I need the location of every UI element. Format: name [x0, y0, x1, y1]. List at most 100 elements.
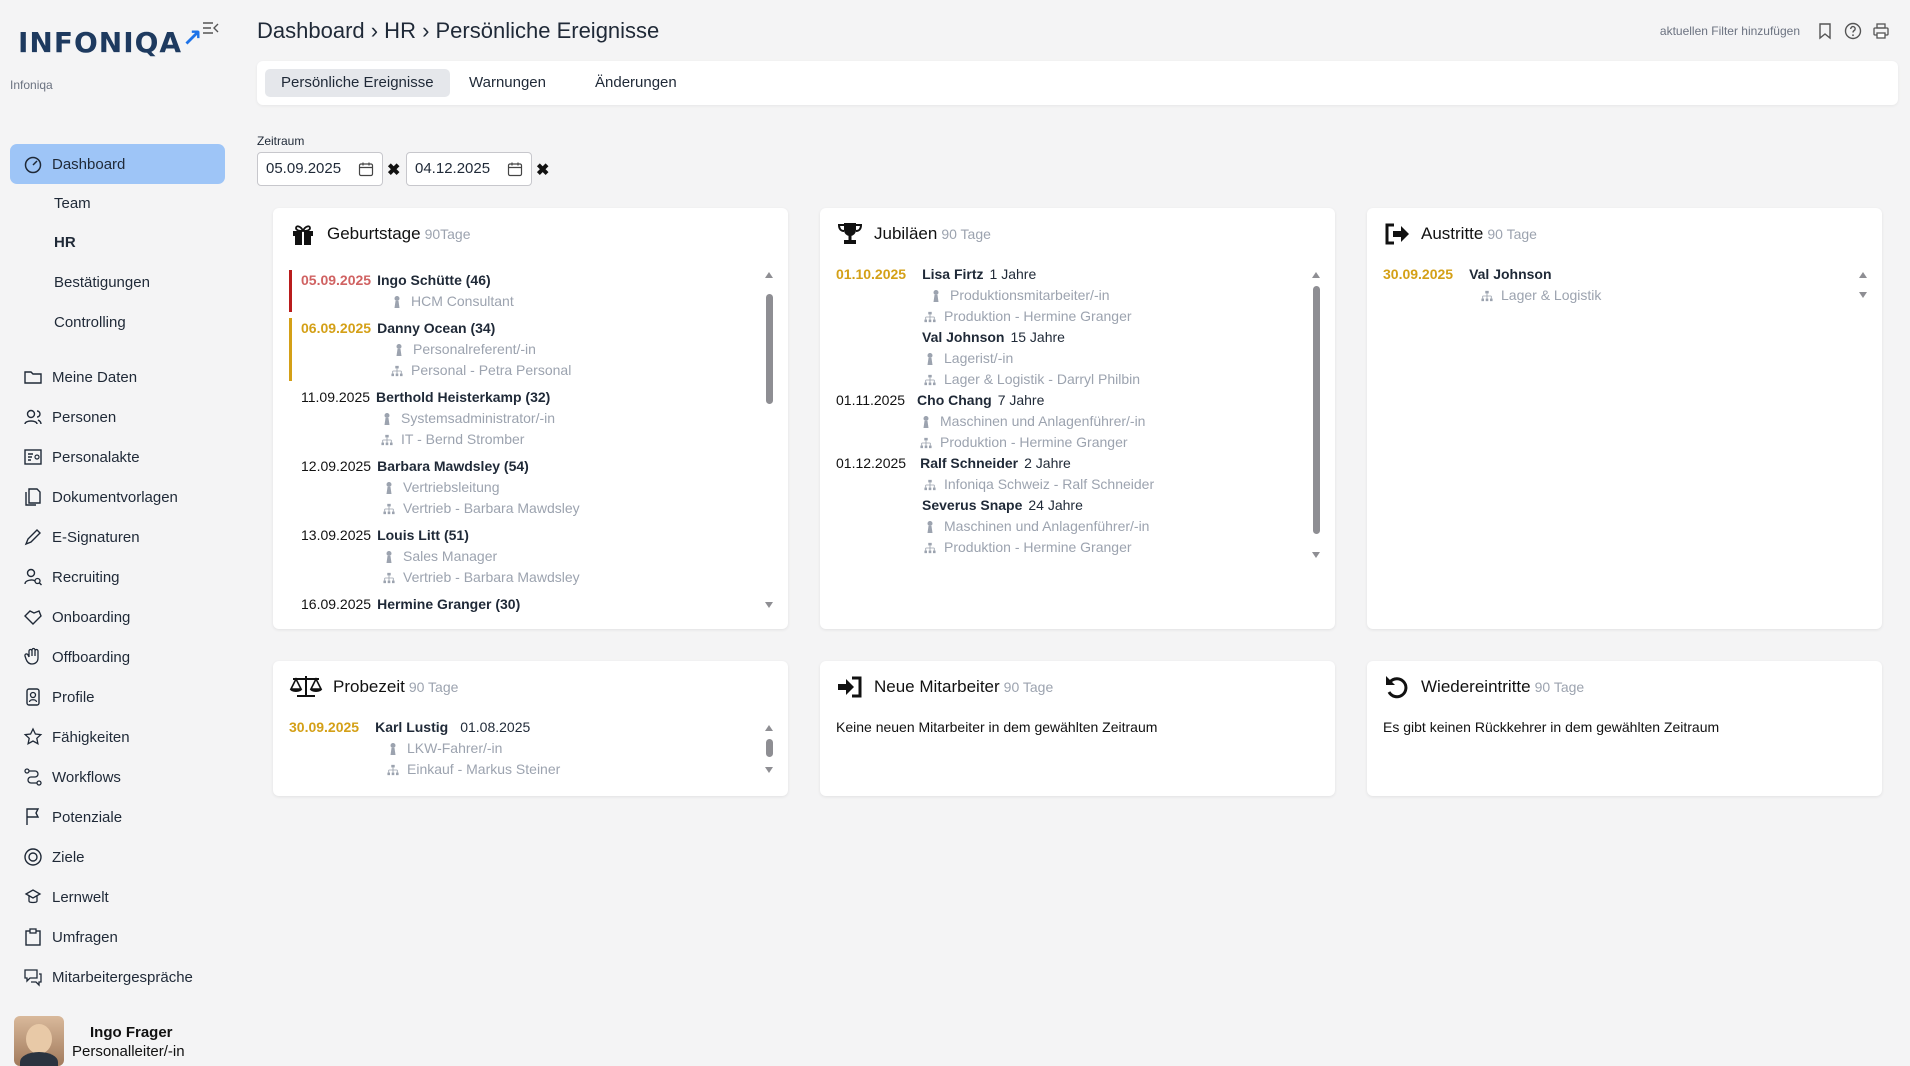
empty-message: Es gibt keinen Rückkehrer in dem gewählt…: [1383, 719, 1720, 735]
scrollbar-thumb[interactable]: [1313, 286, 1320, 534]
event-date: 06.09.2025: [301, 320, 372, 336]
person-name[interactable]: Val Johnson: [1469, 266, 1551, 282]
sidebar-sub-team[interactable]: Team: [54, 195, 91, 212]
list-item[interactable]: 16.09.2025 Hermine Granger (30): [289, 594, 754, 615]
file-user-icon: [22, 446, 44, 468]
scroll-down-icon[interactable]: [764, 765, 774, 775]
position-label: Maschinen und Anlagenführer/-in: [944, 518, 1150, 534]
birthdays-card: Geburtstage 90Tage 05.09.2025 Ingo Schütt…: [273, 208, 788, 629]
scrollbar-thumb[interactable]: [766, 739, 773, 757]
list-item[interactable]: 30.09.2025 Karl Lustig 01.08.2025 LKW-Fahr…: [289, 717, 758, 780]
sidebar-item-ziele[interactable]: Ziele: [10, 837, 225, 877]
collapse-sidebar-icon[interactable]: [202, 20, 220, 36]
list-item[interactable]: 12.09.2025 Barbara Mawdsley (54) Vertrieb…: [289, 456, 754, 519]
sidebar-item-label: Onboarding: [52, 608, 131, 626]
person-name[interactable]: Ralf Schneider: [920, 455, 1018, 471]
person-name[interactable]: Val Johnson: [922, 329, 1004, 345]
sidebar-item-potenziale[interactable]: Potenziale: [10, 797, 225, 837]
speedometer-icon: [22, 153, 44, 175]
tab-warnungen[interactable]: Warnungen: [453, 69, 562, 97]
list-item[interactable]: Val Johnson 15 Jahre Lagerist/-in Lager &…: [836, 327, 1305, 390]
calendar-icon[interactable]: [507, 161, 523, 177]
tab-aenderungen[interactable]: Änderungen: [579, 69, 693, 97]
scroll-down-icon[interactable]: [1311, 550, 1321, 560]
scrollbar-thumb[interactable]: [766, 294, 773, 404]
list-item[interactable]: 30.09.2025 Val Johnson Lager & Logistik: [1383, 264, 1852, 306]
card-title: Austritte: [1421, 224, 1484, 243]
scroll-down-icon[interactable]: [1858, 290, 1868, 300]
sidebar-sub-controlling[interactable]: Controlling: [54, 314, 126, 331]
person-name[interactable]: Karl Lustig: [375, 719, 448, 735]
sidebar-item-profile[interactable]: Profile: [10, 677, 225, 717]
sidebar-item-umfragen[interactable]: Umfragen: [10, 917, 225, 957]
jubilee-years: 24 Jahre: [1028, 497, 1083, 513]
scroll-up-icon[interactable]: [1311, 270, 1321, 280]
sidebar-item-lernwelt[interactable]: Lernwelt: [10, 877, 225, 917]
sidebar-item-mitarbeitergespraeche[interactable]: Mitarbeitergespräche: [10, 957, 225, 997]
position-label: Vertriebsleitung: [403, 479, 500, 495]
person-name[interactable]: Louis Litt (51): [377, 527, 469, 543]
list-item[interactable]: 01.12.2025 Ralf Schneider 2 Jahre Infoniqa…: [836, 453, 1305, 495]
sidebar-item-personalakte[interactable]: Personalakte: [10, 437, 225, 477]
tab-persoenliche-ereignisse[interactable]: Persönliche Ereignisse: [265, 69, 450, 97]
calendar-icon[interactable]: [358, 161, 374, 177]
sidebar-item-personen[interactable]: Personen: [10, 397, 225, 437]
jubilee-years: 15 Jahre: [1010, 329, 1065, 345]
card-period: 90Tage: [424, 226, 471, 242]
infoniqa-logo[interactable]: INFONIQA↗: [18, 24, 203, 59]
sidebar-item-meine-daten[interactable]: Meine Daten: [10, 357, 225, 397]
sidebar-item-e-signaturen[interactable]: E-Signaturen: [10, 517, 225, 557]
person-name[interactable]: Berthold Heisterkamp (32): [376, 389, 550, 405]
list-item[interactable]: 01.10.2025 Lisa Firtz 1 Jahre Produktionsm…: [836, 264, 1305, 327]
person-name[interactable]: Barbara Mawdsley (54): [377, 458, 529, 474]
sidebar-item-recruiting[interactable]: Recruiting: [10, 557, 225, 597]
trophy-icon: [836, 220, 864, 248]
sidebar: INFONIQA↗ Infoniqa Dashboard Team HR Bes…: [0, 0, 235, 1066]
bookmark-icon[interactable]: [1816, 22, 1834, 40]
sidebar-item-dokumentvorlagen[interactable]: Dokumentvorlagen: [10, 477, 225, 517]
person-name[interactable]: Cho Chang: [917, 392, 992, 408]
new-hires-body: Keine neuen Mitarbeiter in dem gewählten…: [836, 719, 1305, 786]
sidebar-item-faehigkeiten[interactable]: Fähigkeiten: [10, 717, 225, 757]
clear-from-icon[interactable]: ✖: [387, 160, 400, 180]
person-name[interactable]: Hermine Granger (30): [377, 596, 520, 612]
person-name[interactable]: Severus Snape: [922, 497, 1022, 513]
sidebar-sub-confirmations[interactable]: Bestätigungen: [54, 274, 150, 291]
scroll-up-icon[interactable]: [764, 270, 774, 280]
avatar[interactable]: [14, 1016, 64, 1066]
scroll-up-icon[interactable]: [1858, 270, 1868, 280]
chat-icon: [22, 966, 44, 988]
person-name[interactable]: Ingo Schütte (46): [377, 272, 491, 288]
date-to-input[interactable]: 04.12.2025: [406, 152, 532, 186]
id-badge-icon: [22, 686, 44, 708]
date-from-input[interactable]: 05.09.2025: [257, 152, 383, 186]
sidebar-item-onboarding[interactable]: Onboarding: [10, 597, 225, 637]
sidebar-item-dashboard[interactable]: Dashboard: [10, 144, 225, 184]
print-icon[interactable]: [1872, 22, 1890, 40]
event-date: 11.09.2025: [301, 389, 371, 405]
gift-icon: [289, 220, 317, 248]
sidebar-item-workflows[interactable]: Workflows: [10, 757, 225, 797]
clear-to-icon[interactable]: ✖: [536, 160, 549, 180]
list-item[interactable]: 05.09.2025 Ingo Schütte (46) HCM Consulta…: [289, 270, 754, 312]
person-name[interactable]: Lisa Firtz: [922, 266, 983, 282]
scroll-down-icon[interactable]: [764, 600, 774, 610]
scrollbar[interactable]: [1311, 270, 1321, 560]
list-item[interactable]: 06.09.2025 Danny Ocean (34) Personalrefer…: [289, 318, 754, 381]
add-filter-link[interactable]: aktuellen Filter hinzufügen: [1660, 24, 1800, 38]
list-item[interactable]: Severus Snape 24 Jahre Maschinen und Anla…: [836, 495, 1305, 558]
list-item[interactable]: 01.11.2025 Cho Chang 7 Jahre Maschinen und…: [836, 390, 1305, 453]
scrollbar[interactable]: [764, 270, 774, 610]
person-icon: [924, 520, 936, 534]
org-label: Vertrieb - Barbara Mawdsley: [403, 500, 580, 516]
sidebar-item-offboarding[interactable]: Offboarding: [10, 637, 225, 677]
sidebar-sub-hr[interactable]: HR: [54, 234, 76, 251]
list-item[interactable]: 11.09.2025 Berthold Heisterkamp (32) Syst…: [289, 387, 754, 450]
help-icon[interactable]: [1844, 22, 1862, 40]
scrollbar[interactable]: [1858, 270, 1868, 300]
scroll-up-icon[interactable]: [764, 723, 774, 733]
person-name[interactable]: Danny Ocean (34): [377, 320, 495, 336]
person-icon: [930, 289, 942, 303]
list-item[interactable]: 13.09.2025 Louis Litt (51) Sales Manager …: [289, 525, 754, 588]
scrollbar[interactable]: [764, 723, 774, 775]
